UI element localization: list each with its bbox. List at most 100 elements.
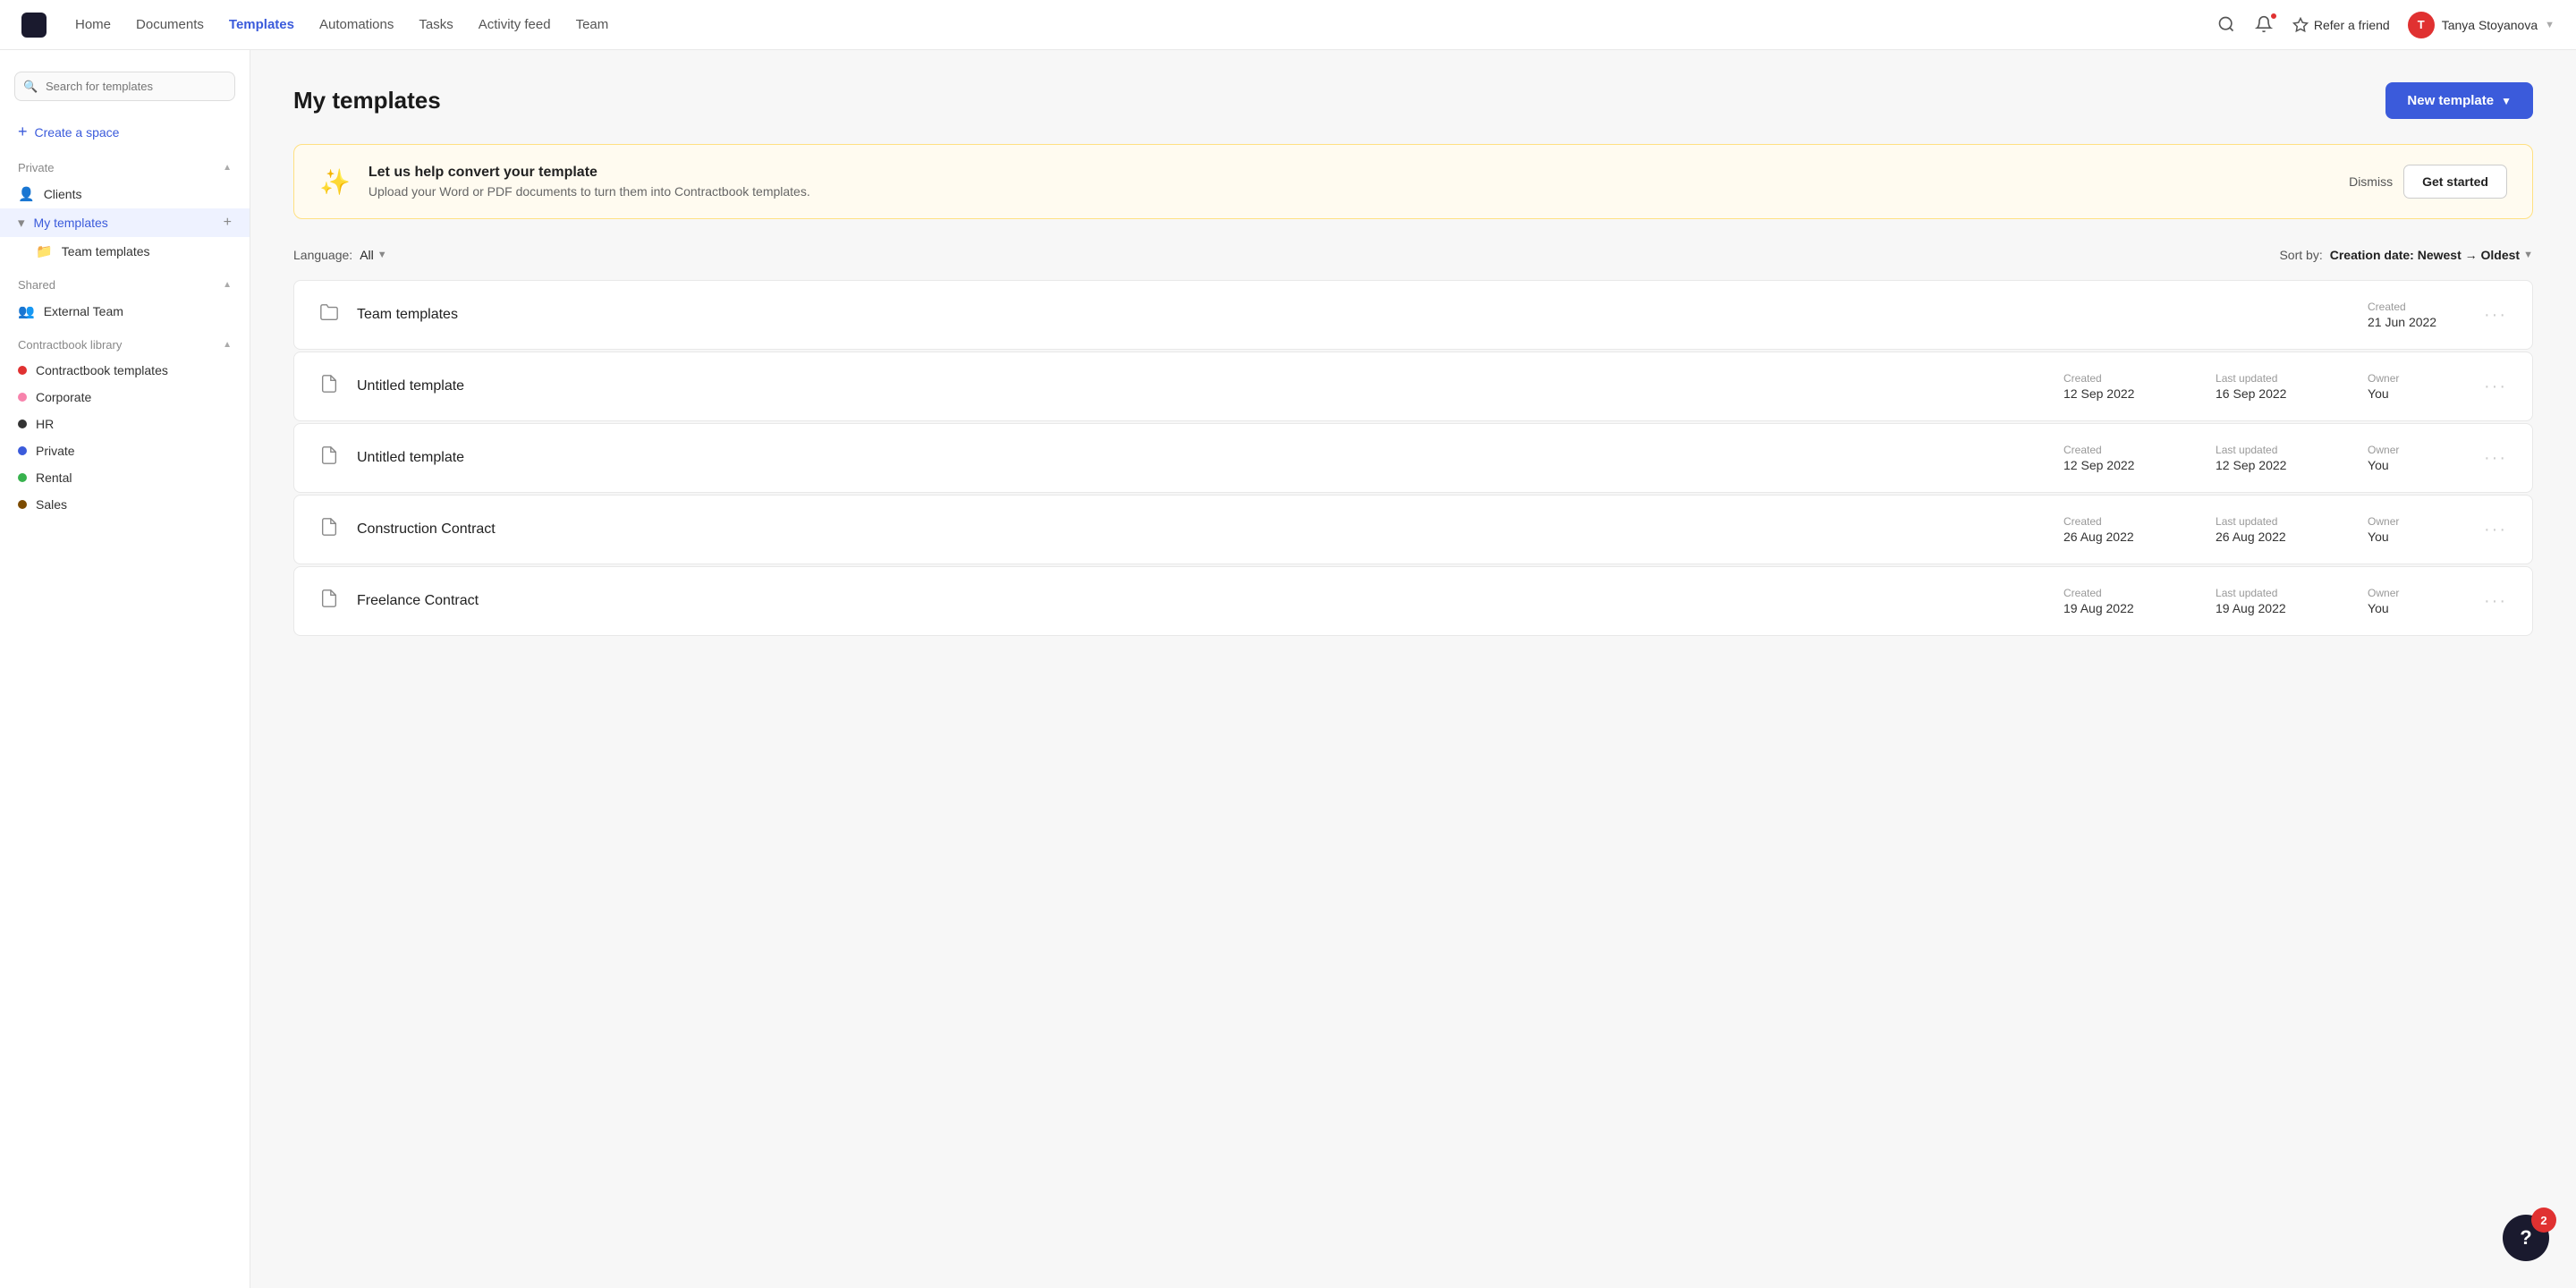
sidebar-item-my-templates[interactable]: ▾ My templates + [0,208,250,237]
topnav-right: Refer a friend T Tanya Stoyanova ▼ [2217,12,2555,38]
nav-templates[interactable]: Templates [229,17,294,32]
template-name: Untitled template [357,450,2046,466]
sidebar-section-private[interactable]: Private ▲ [0,156,250,180]
template-row[interactable]: Freelance Contract Created 19 Aug 2022 L… [293,566,2533,636]
template-meta: Created 12 Sep 2022 Last updated 16 Sep … [2063,372,2466,401]
banner-subtitle: Upload your Word or PDF documents to tur… [369,184,2331,199]
sort-filter: Sort by: Creation date: Newest → Oldest … [2279,248,2533,262]
last-updated-value: 12 Sep 2022 [2216,458,2314,472]
nav-activity-feed[interactable]: Activity feed [479,17,551,32]
conversion-banner: ✨ Let us help convert your template Uplo… [293,144,2533,219]
language-filter-label: Language: [293,248,352,262]
sidebar-section-library[interactable]: Contractbook library ▲ [0,333,250,357]
shared-section-label: Shared [18,278,55,292]
sidebar-item-label: External Team [44,304,123,318]
sidebar-item-team-templates[interactable]: 📁 Team templates [0,237,250,266]
nav-tasks[interactable]: Tasks [419,17,453,32]
created-label: Created [2368,301,2466,313]
nav-home[interactable]: Home [75,17,111,32]
more-options-icon[interactable]: ··· [2484,305,2507,326]
more-options-icon[interactable]: ··· [2484,591,2507,612]
nav-documents[interactable]: Documents [136,17,204,32]
sidebar-item-sales[interactable]: Sales [0,491,250,518]
private-section-label: Private [18,161,54,174]
page-header: My templates New template ▼ [293,82,2533,119]
owner-value: You [2368,601,2466,615]
language-filter: Language: All ▼ [293,248,387,262]
meta-owner: Owner You [2368,587,2466,615]
created-label: Created [2063,444,2162,456]
banner-title: Let us help convert your template [369,165,2331,181]
created-label: Created [2063,587,2162,599]
sidebar-item-label: Clients [44,187,82,201]
sidebar-item-private[interactable]: Private [0,437,250,464]
meta-created: Created 26 Aug 2022 [2063,515,2162,544]
dismiss-button[interactable]: Dismiss [2349,174,2393,189]
last-updated-label: Last updated [2216,515,2314,528]
meta-created: Created 19 Aug 2022 [2063,587,2162,615]
owner-label: Owner [2368,587,2466,599]
refer-friend-button[interactable]: Refer a friend [2292,17,2390,33]
template-name: Construction Contract [357,521,2046,538]
sidebar-item-label: Sales [36,497,67,512]
get-started-button[interactable]: Get started [2403,165,2507,199]
created-value: 19 Aug 2022 [2063,601,2162,615]
notifications-icon[interactable] [2255,15,2275,35]
sparkle-icon: ✨ [319,167,351,197]
created-value: 12 Sep 2022 [2063,386,2162,401]
sidebar-item-label: HR [36,417,54,431]
help-badge-count: 2 [2531,1208,2556,1233]
help-button[interactable]: 2 ? [2503,1215,2549,1261]
user-dropdown-arrow: ▼ [2545,20,2555,30]
template-row[interactable]: Untitled template Created 12 Sep 2022 La… [293,423,2533,493]
add-template-icon[interactable]: + [224,215,232,231]
person-icon: 👤 [18,186,35,202]
sort-value[interactable]: Creation date: Newest → Oldest ▼ [2330,248,2533,262]
language-filter-value[interactable]: All ▼ [360,248,386,262]
sidebar-item-clients[interactable]: 👤 Clients [0,180,250,208]
app-logo [21,13,47,38]
meta-last-updated: Last updated 12 Sep 2022 [2216,444,2314,472]
more-options-icon[interactable]: ··· [2484,520,2507,540]
new-template-button[interactable]: New template ▼ [2385,82,2533,119]
sidebar-item-contractbook-templates[interactable]: Contractbook templates [0,357,250,384]
plus-icon: + [18,123,28,141]
create-space-button[interactable]: + Create a space [0,115,250,148]
last-updated-label: Last updated [2216,444,2314,456]
search-icon[interactable] [2217,15,2237,35]
main-content: My templates New template ▼ ✨ Let us hel… [250,50,2576,1288]
sidebar-item-label: Corporate [36,390,91,404]
last-updated-value: 26 Aug 2022 [2216,530,2314,544]
help-badge: 2 ? [2503,1215,2549,1261]
owner-value: You [2368,458,2466,472]
sidebar-item-external-team[interactable]: 👥 External Team [0,297,250,326]
created-value: 12 Sep 2022 [2063,458,2162,472]
template-row[interactable]: Untitled template Created 12 Sep 2022 La… [293,352,2533,421]
sidebar-item-corporate[interactable]: Corporate [0,384,250,411]
template-meta: Created 21 Jun 2022 [2368,301,2466,329]
template-name: Untitled template [357,378,2046,394]
more-options-icon[interactable]: ··· [2484,448,2507,469]
nav-automations[interactable]: Automations [319,17,394,32]
new-template-label: New template [2407,93,2494,108]
meta-created: Created 21 Jun 2022 [2368,301,2466,329]
nav-team[interactable]: Team [576,17,609,32]
sidebar-item-rental[interactable]: Rental [0,464,250,491]
search-input[interactable] [14,72,235,101]
sidebar-item-label: Team templates [62,244,150,258]
owner-label: Owner [2368,515,2466,528]
search-icon-sidebar: 🔍 [23,80,38,94]
owner-value: You [2368,386,2466,401]
meta-last-updated: Last updated 26 Aug 2022 [2216,515,2314,544]
user-menu[interactable]: T Tanya Stoyanova ▼ [2408,12,2555,38]
topnav: Home Documents Templates Automations Tas… [0,0,2576,50]
more-options-icon[interactable]: ··· [2484,377,2507,397]
sidebar-section-shared[interactable]: Shared ▲ [0,273,250,297]
sidebar-item-label: Private [36,444,75,458]
template-row[interactable]: Team templates Created 21 Jun 2022 ··· [293,280,2533,350]
template-row[interactable]: Construction Contract Created 26 Aug 202… [293,495,2533,564]
layout: 🔍 + Create a space Private ▲ 👤 Clients ▾… [0,50,2576,1288]
sidebar-item-hr[interactable]: HR [0,411,250,437]
brown-dot-icon [18,500,27,509]
created-value: 21 Jun 2022 [2368,315,2466,329]
